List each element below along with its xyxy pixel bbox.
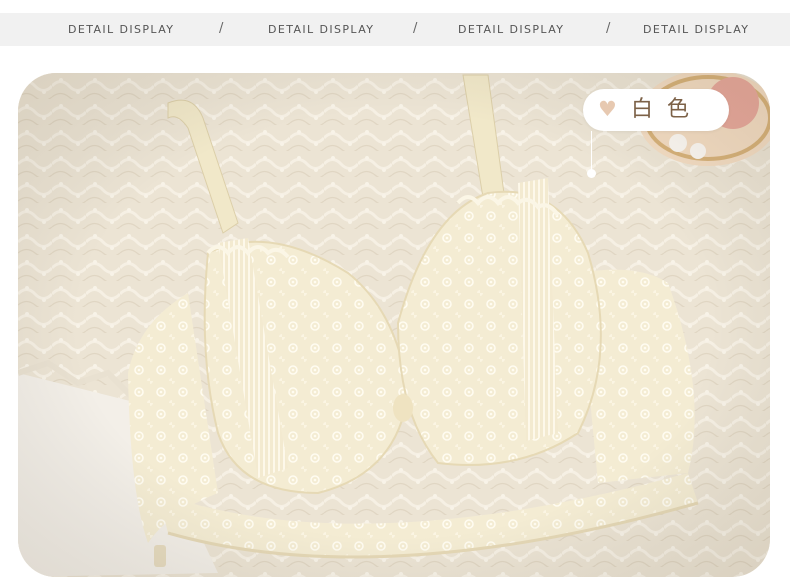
tag-connector-dot xyxy=(587,169,596,178)
color-tag: ♥ 白色 xyxy=(583,89,729,131)
banner-label-3: DETAIL DISPLAY xyxy=(458,23,565,36)
color-tag-label: 白色 xyxy=(631,97,704,122)
tag-connector-line xyxy=(591,131,592,172)
banner-separator-1: / xyxy=(219,21,224,36)
heart-icon: ♥ xyxy=(598,97,617,121)
product-photo xyxy=(18,73,770,577)
banner-label-1: DETAIL DISPLAY xyxy=(68,23,175,36)
detail-display-banner: DETAIL DISPLAY / DETAIL DISPLAY / DETAIL… xyxy=(0,13,790,46)
banner-label-2: DETAIL DISPLAY xyxy=(268,23,375,36)
banner-separator-3: / xyxy=(606,21,611,36)
bra-illustration xyxy=(18,73,770,577)
banner-label-4: DETAIL DISPLAY xyxy=(643,23,750,36)
banner-separator-2: / xyxy=(413,21,418,36)
